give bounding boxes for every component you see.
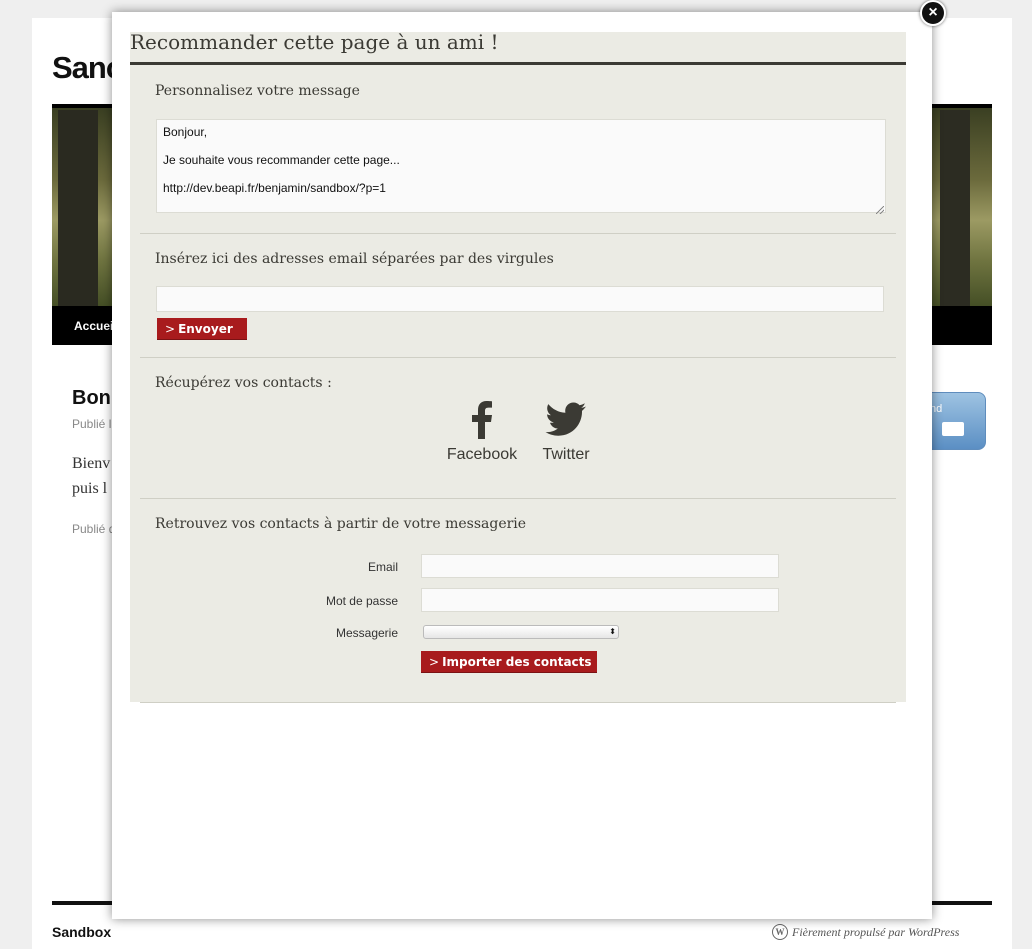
section-divider bbox=[140, 233, 896, 234]
send-button-label: Envoyer bbox=[178, 322, 233, 336]
email-field[interactable] bbox=[421, 554, 779, 578]
email-label: Email bbox=[367, 560, 398, 574]
email-addresses-input[interactable] bbox=[156, 286, 884, 312]
twitter-label: Twitter bbox=[542, 446, 590, 463]
twitter-icon bbox=[521, 400, 611, 440]
modal-title: Recommander cette page à un ami ! bbox=[130, 30, 499, 54]
textarea-resize-handle[interactable] bbox=[876, 206, 884, 214]
import-button-label: Importer des contacts bbox=[442, 655, 592, 669]
section-title-mail-import: Retrouvez vos contacts à partir de votre… bbox=[155, 516, 527, 532]
message-textarea[interactable]: Bonjour, Je souhaite vous recommander ce… bbox=[156, 119, 886, 213]
section-divider bbox=[140, 702, 896, 703]
post-body-line: puis l bbox=[72, 480, 108, 497]
post-footer-meta: Publié d bbox=[72, 522, 116, 536]
chevron-right-icon: > bbox=[429, 655, 440, 669]
facebook-icon bbox=[437, 400, 527, 440]
section-title-message: Personnalisez votre message bbox=[155, 83, 360, 99]
footer-site-name[interactable]: Sandbox bbox=[52, 924, 111, 940]
provider-label: Messagerie bbox=[335, 626, 398, 640]
wordpress-icon: W bbox=[772, 924, 788, 940]
select-arrows-icon: ⬍ bbox=[609, 627, 616, 636]
post-meta: Publié l bbox=[72, 417, 112, 431]
post-title[interactable]: Bon bbox=[72, 387, 111, 410]
section-divider bbox=[140, 357, 896, 358]
message-line: Je souhaite vous recommander cette page.… bbox=[163, 153, 400, 167]
message-line: http://dev.beapi.fr/benjamin/sandbox/?p=… bbox=[163, 181, 386, 195]
envelope-icon bbox=[942, 422, 964, 436]
header-image-tree bbox=[940, 110, 970, 306]
chevron-right-icon: > bbox=[165, 322, 176, 336]
facebook-button[interactable]: Facebook bbox=[437, 400, 527, 464]
message-line: Bonjour, bbox=[163, 125, 208, 139]
title-divider bbox=[130, 62, 906, 65]
password-field[interactable] bbox=[421, 588, 779, 612]
post-body: Bienv puis l bbox=[72, 451, 110, 501]
close-icon[interactable]: × bbox=[920, 0, 946, 26]
provider-select[interactable]: ⬍ bbox=[423, 625, 619, 639]
twitter-button[interactable]: Twitter bbox=[521, 400, 611, 464]
header-image-tree bbox=[58, 110, 98, 306]
footer-credit-text: Fièrement propulsé par WordPress bbox=[792, 924, 960, 939]
password-label: Mot de passe bbox=[325, 594, 398, 608]
send-button[interactable]: > Envoyer bbox=[157, 318, 247, 340]
facebook-label: Facebook bbox=[446, 446, 518, 463]
section-divider bbox=[140, 498, 896, 499]
footer-credit[interactable]: W Fièrement propulsé par WordPress bbox=[772, 924, 959, 940]
post-body-line: Bienv bbox=[72, 455, 111, 472]
import-contacts-button[interactable]: > Importer des contacts bbox=[421, 651, 597, 673]
section-title-emails: Insérez ici des adresses email séparées … bbox=[155, 251, 554, 267]
section-title-contacts: Récupérez vos contacts : bbox=[155, 375, 332, 391]
nav-item-home[interactable]: Accuei bbox=[74, 319, 113, 333]
